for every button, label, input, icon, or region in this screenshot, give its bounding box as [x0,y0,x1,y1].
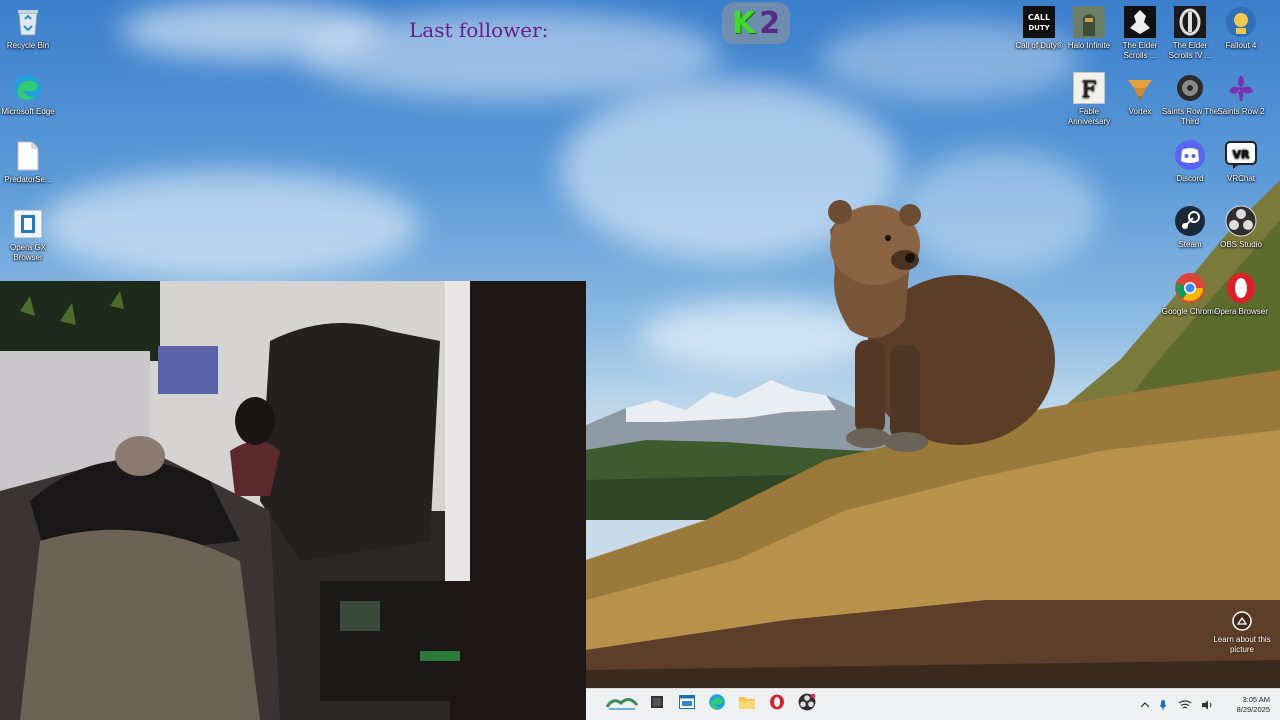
desktop-icon-opera-browser[interactable]: Opera Browser [1213,272,1269,317]
desktop-icon-discord[interactable]: Discord [1162,139,1218,184]
volume-icon[interactable] [1198,690,1216,720]
terminal-icon [679,695,695,714]
last-follower-label: Last follower: [409,18,549,42]
desktop-icon-opera-gx[interactable]: Opera GX Browser [0,208,56,262]
desktop-icon-obs-studio[interactable]: OBS Studio [1213,205,1269,250]
desktop-icon-call-of-duty[interactable]: CALL DUTY Call of Duty® [1011,6,1067,51]
recycle-bin-icon [12,6,44,38]
taskbar-clock[interactable]: 3:05 AM 8/29/2025 [1216,695,1280,715]
clock-time: 3:05 AM [1242,695,1270,704]
svg-text:F: F [1081,78,1096,103]
desktop-icon-saints-row-third[interactable]: Saints Row The Third [1162,72,1218,126]
desktop-icon-saints-row-2[interactable]: Saints Row 2 [1213,72,1269,117]
task-view-icon [650,695,664,714]
clock-date: 8/29/2025 [1236,705,1270,714]
k2-logo-2: 2 [759,5,781,41]
desktop-icon-google-chrome[interactable]: Google Chrome [1162,272,1218,317]
saints-row-2-icon [1225,72,1257,104]
desktop-icon-vortex[interactable]: Vortex [1112,72,1168,117]
widgets-icon [605,693,639,716]
desktop-icon-recycle-bin[interactable]: Recycle Bin [0,6,56,51]
desktop-icon-elder-scrolls[interactable]: The Elder Scrolls ... [1112,6,1168,60]
file-explorer-button[interactable] [732,690,762,720]
camera-icon [1231,610,1253,632]
fallout-icon [1225,6,1257,38]
widgets-button[interactable] [602,690,642,720]
discord-icon [1174,139,1206,171]
webcam-feed [0,281,586,720]
desktop-icon-oblivion[interactable]: The Elder Scrolls IV ... [1162,6,1218,60]
opera-gx-icon [12,208,44,240]
file-explorer-icon [738,694,756,715]
taskbar: 3:05 AM 8/29/2025 [586,688,1280,720]
steam-icon [1174,205,1206,237]
microphone-icon[interactable] [1154,690,1172,720]
vrchat-icon: VR [1225,139,1257,171]
svg-text:VR: VR [1233,148,1251,161]
elder-scrolls-icon [1124,6,1156,38]
fable-icon: F [1073,72,1105,104]
terminal-button[interactable] [672,690,702,720]
edge-icon [708,693,726,716]
task-view-button[interactable] [642,690,672,720]
taskbar-opera-button[interactable] [762,690,792,720]
system-tray: 3:05 AM 8/29/2025 [1136,689,1280,720]
call-of-duty-icon: CALL DUTY [1023,6,1055,38]
k2-logo-k: K [731,5,756,41]
chevron-up-icon[interactable] [1136,690,1154,720]
brown-bear-scene [828,200,1055,452]
desktop-icon-halo-infinite[interactable]: Halo Infinite [1061,6,1117,51]
desktop-icon-predator-sense[interactable]: PredatorSe... [0,140,56,185]
desktop-icon-microsoft-edge[interactable]: Microsoft Edge [0,72,56,117]
vortex-icon [1124,72,1156,104]
saints-row-3-icon [1174,72,1206,104]
svg-text:CALL: CALL [1028,13,1050,22]
desktop-icon-steam[interactable]: Steam [1162,205,1218,250]
oblivion-icon [1174,6,1206,38]
learn-about-picture-button[interactable]: Learn about this picture [1212,610,1272,654]
wifi-icon[interactable] [1172,690,1198,720]
obs-icon [1225,205,1257,237]
file-icon [12,140,44,172]
obs-icon [798,693,816,716]
taskbar-edge-button[interactable] [702,690,732,720]
opera-icon [769,693,785,716]
desktop-icon-fable-anniversary[interactable]: F Fable Anniversary [1061,72,1117,126]
desktop-icon-vrchat[interactable]: VR VRChat [1213,139,1269,184]
chrome-icon [1174,272,1206,304]
k2-logo-badge: K 2 [722,2,790,44]
opera-icon [1225,272,1257,304]
svg-text:DUTY: DUTY [1028,24,1050,32]
taskbar-obs-button[interactable] [792,690,822,720]
edge-icon [12,72,44,104]
halo-icon [1073,6,1105,38]
desktop-icon-fallout-4[interactable]: Fallout 4 [1213,6,1269,51]
